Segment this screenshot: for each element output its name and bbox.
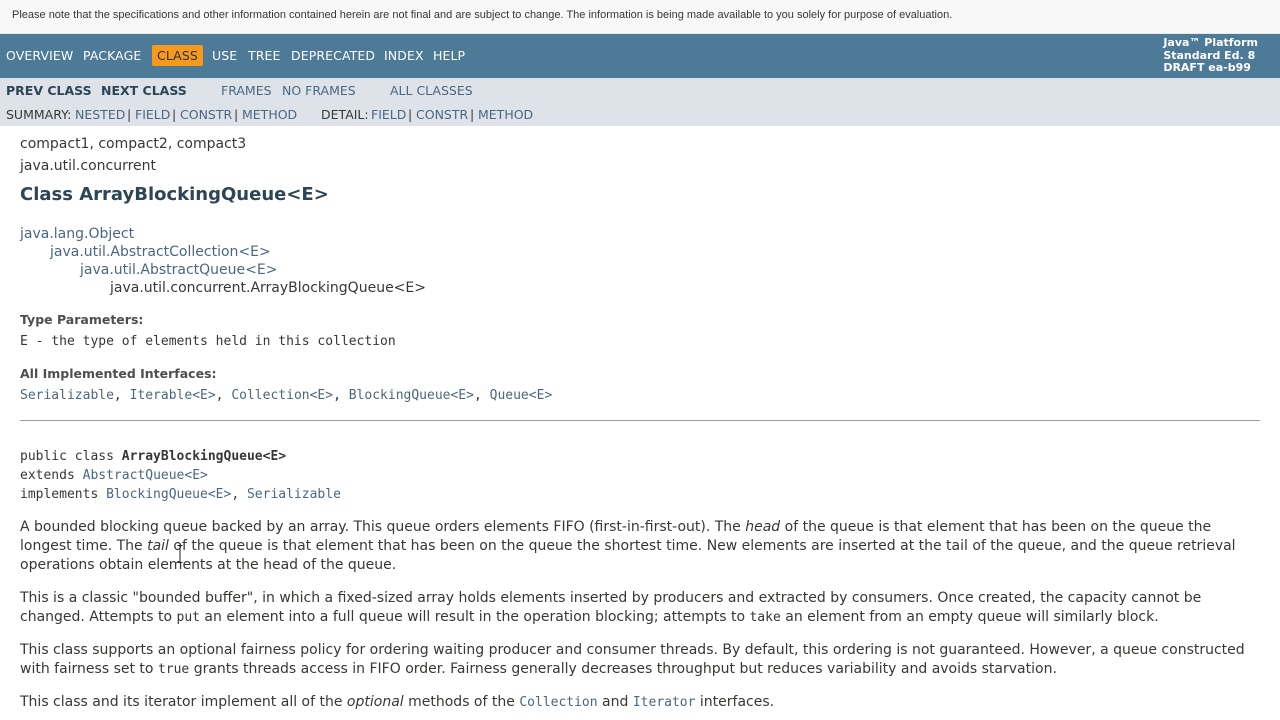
platform-label: Java™ Platform Standard Ed. 8 DRAFT ea-b… — [1163, 36, 1258, 75]
nav-help[interactable]: Help — [433, 48, 465, 63]
description-paragraph-2: This is a classic "bounded buffer", in w… — [20, 590, 1202, 625]
collection-link[interactable]: Collection — [519, 695, 597, 710]
frames-link[interactable]: Frames — [221, 83, 272, 98]
signature-modifiers: public class — [20, 449, 122, 464]
separator: | — [172, 107, 177, 122]
profiles-label: compact1, compact2, compact3 — [20, 136, 247, 152]
separator: | — [470, 107, 475, 122]
implements-link[interactable]: BlockingQueue<E> — [106, 487, 231, 502]
separator: | — [127, 107, 132, 122]
interface-separator: , — [113, 388, 130, 403]
signature-class-name: ArrayBlockingQueue<E> — [121, 449, 287, 464]
evaluation-notice: Please note that the specifications and … — [0, 0, 1280, 34]
inheritance-item[interactable]: java.util.AbstractCollection<E> — [50, 244, 271, 260]
text-cursor-icon — [177, 545, 183, 563]
signature-line-3: implements BlockingQueue<E>, Serializabl… — [20, 487, 341, 502]
interface-link[interactable]: Queue<E> — [490, 388, 553, 403]
inheritance-item[interactable]: java.lang.Object — [20, 226, 134, 242]
type-parameters-label: Type Parameters: — [20, 312, 144, 327]
description-paragraph-1: A bounded blocking queue backed by an ar… — [20, 519, 1236, 573]
no-frames-link[interactable]: No Frames — [282, 83, 356, 98]
sub-navbar: Prev Class Next Class Frames No Frames A… — [0, 78, 1280, 126]
inheritance-item[interactable]: java.util.AbstractQueue<E> — [80, 262, 277, 278]
nav-deprecated[interactable]: Deprecated — [291, 48, 375, 63]
interface-link[interactable]: BlockingQueue<E> — [349, 388, 474, 403]
summary-constr-link[interactable]: Constr — [180, 107, 232, 122]
nav-class[interactable]: Class — [152, 45, 203, 66]
prev-class-link[interactable]: Prev Class — [6, 83, 92, 98]
nav-use[interactable]: Use — [212, 48, 237, 63]
interface-separator: , — [333, 388, 349, 403]
interface-link[interactable]: Iterable<E> — [130, 388, 216, 403]
iterator-link[interactable]: Iterator — [633, 695, 696, 710]
top-navbar: Overview Package Class Use Tree Deprecat… — [0, 34, 1280, 78]
package-name: java.util.concurrent — [20, 158, 157, 174]
implements-separator: , — [231, 487, 247, 502]
detail-constr-link[interactable]: Constr — [416, 107, 468, 122]
page-title: Class ArrayBlockingQueue<E> — [20, 184, 329, 205]
summary-field-link[interactable]: Field — [135, 107, 170, 122]
detail-method-link[interactable]: Method — [478, 107, 533, 122]
signature-line-2: extends AbstractQueue<E> — [20, 468, 208, 483]
description-paragraph-4: This class and its iterator implement al… — [20, 694, 775, 710]
divider — [20, 420, 1260, 421]
nav-tree[interactable]: Tree — [248, 48, 281, 63]
summary-nested-link[interactable]: Nested — [75, 107, 125, 122]
nav-overview[interactable]: Overview — [6, 48, 73, 63]
interfaces-label: All Implemented Interfaces: — [20, 366, 217, 381]
all-classes-link[interactable]: All Classes — [390, 83, 473, 98]
signature-implements: implements — [20, 487, 107, 502]
signature-line-1: public class ArrayBlockingQueue<E> — [20, 449, 286, 464]
nav-package[interactable]: Package — [83, 48, 141, 63]
next-class-link[interactable]: Next Class — [101, 83, 187, 98]
type-parameter-value: E - the type of elements held in this co… — [20, 334, 396, 349]
detail-label: Detail: — [321, 107, 369, 122]
interface-link[interactable]: Serializable — [20, 388, 114, 403]
signature-extends: extends — [20, 468, 83, 483]
interface-link[interactable]: Collection<E> — [231, 388, 333, 403]
inheritance-current: java.util.concurrent.ArrayBlockingQueue<… — [110, 280, 426, 296]
description-paragraph-3: This class supports an optional fairness… — [20, 642, 1245, 677]
platform-line-3: DRAFT ea-b99 — [1163, 61, 1251, 74]
interfaces-list: Serializable, Iterable<E>, Collection<E>… — [20, 388, 552, 403]
interface-separator: , — [215, 388, 232, 403]
summary-label: Summary: — [6, 107, 72, 122]
detail-field-link[interactable]: Field — [371, 107, 406, 122]
separator: | — [408, 107, 413, 122]
interface-separator: , — [473, 388, 490, 403]
implements-link[interactable]: Serializable — [247, 487, 341, 502]
summary-method-link[interactable]: Method — [242, 107, 297, 122]
nav-index[interactable]: Index — [384, 48, 424, 63]
separator: | — [234, 107, 239, 122]
superclass-link[interactable]: AbstractQueue<E> — [83, 468, 208, 483]
platform-line-1: Java™ Platform — [1163, 36, 1258, 49]
